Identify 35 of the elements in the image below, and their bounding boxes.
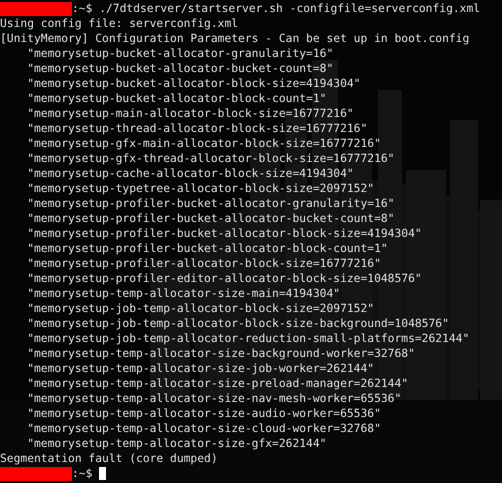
config-parameter-line: "memorysetup-profiler-editor-allocator-block-size=1048576" xyxy=(27,271,422,286)
config-parameter-line: "memorysetup-temp-allocator-size-main=4194304" xyxy=(27,286,340,301)
config-parameter-line: "memorysetup-cache-allocator-block-size=4194304" xyxy=(27,166,354,181)
config-parameter-line: "memorysetup-temp-allocator-size-nav-mesh-worker=65536" xyxy=(27,391,402,406)
config-parameter-line: "memorysetup-job-temp-allocator-block-size=2097152" xyxy=(27,301,374,316)
config-parameter-line: "memorysetup-job-temp-allocator-block-size-background=1048576" xyxy=(27,316,449,331)
config-parameter-line: "memorysetup-bucket-allocator-granularity=16" xyxy=(27,46,334,61)
config-parameter-line: "memorysetup-profiler-allocator-block-size=16777216" xyxy=(27,256,381,271)
config-parameter-line: "memorysetup-profiler-bucket-allocator-block-count=1" xyxy=(27,241,388,256)
config-parameter-line: "memorysetup-temp-allocator-size-preload-manager=262144" xyxy=(27,376,408,391)
config-parameter-line: "memorysetup-temp-allocator-size-job-worker=262144" xyxy=(27,361,374,376)
config-parameter-line: "memorysetup-profiler-bucket-allocator-granularity=16" xyxy=(27,196,394,211)
config-parameter-line: "memorysetup-typetree-allocator-block-size=2097152" xyxy=(27,181,374,196)
config-parameter-line: "memorysetup-job-temp-allocator-reduction-small-platforms=262144" xyxy=(27,331,470,346)
output-line: [UnityMemory] Configuration Parameters - Can be set up in boot.config xyxy=(0,31,470,46)
config-parameter-line: "memorysetup-temp-allocator-size-background-worker=32768" xyxy=(27,346,415,361)
redaction-bar xyxy=(0,2,72,16)
config-parameter-line: "memorysetup-gfx-main-allocator-block-size=16777216" xyxy=(27,136,381,151)
config-parameter-line: "memorysetup-thread-allocator-block-size=16777216" xyxy=(27,121,368,136)
output-line: Segmentation fault (core dumped) xyxy=(0,451,218,466)
config-parameter-line: "memorysetup-bucket-allocator-bucket-count=8" xyxy=(27,61,334,76)
config-parameter-line: "memorysetup-temp-allocator-size-audio-worker=65536" xyxy=(27,406,381,421)
config-parameter-line: "memorysetup-temp-allocator-size-cloud-worker=32768" xyxy=(27,421,381,436)
config-parameter-line: "memorysetup-profiler-bucket-allocator-bucket-count=8" xyxy=(27,211,394,226)
command-text: ./7dtdserver/startserver.sh -configfile=serverconfig.xml xyxy=(99,1,480,16)
config-parameter-line: "memorysetup-main-allocator-block-size=16777216" xyxy=(27,106,354,121)
output-line: Using config file: serverconfig.xml xyxy=(0,16,238,31)
prompt-text: :~$ xyxy=(72,466,92,481)
config-parameter-line: "memorysetup-bucket-allocator-block-size=4194304" xyxy=(27,76,360,91)
config-parameter-line: "memorysetup-bucket-allocator-block-count=1" xyxy=(27,91,326,106)
config-parameter-line: "memorysetup-temp-allocator-size-gfx=262144" xyxy=(27,436,326,451)
config-parameter-line: "memorysetup-profiler-bucket-allocator-block-size=4194304" xyxy=(27,226,422,241)
config-parameter-line: "memorysetup-gfx-thread-allocator-block-size=16777216" xyxy=(27,151,394,166)
prompt-text: :~$ xyxy=(72,1,92,16)
redaction-bar xyxy=(0,466,72,480)
